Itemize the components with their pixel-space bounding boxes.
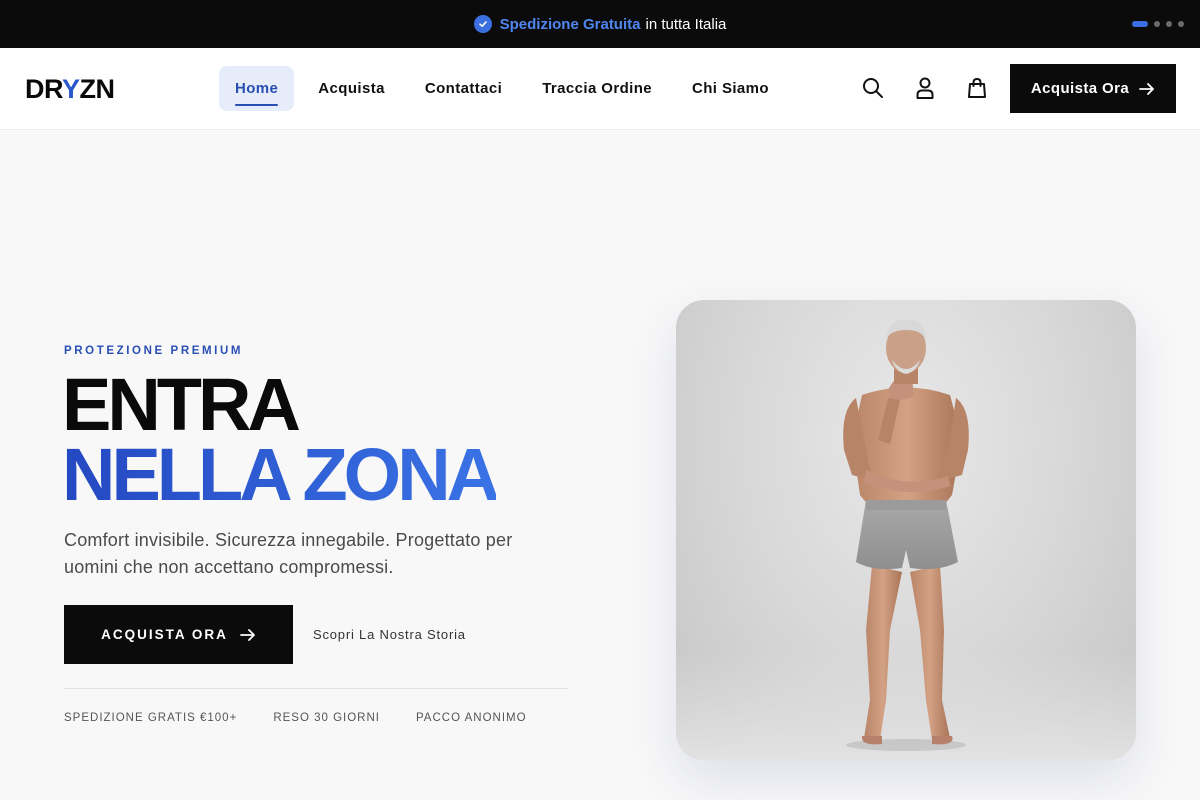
bag-icon[interactable] [966,76,988,100]
hero-cta-label: ACQUISTA ORA [101,627,228,642]
nav-item-home[interactable]: Home [219,66,295,111]
perks-list: SPEDIZIONE GRATIS €100+ RESO 30 GIORNI P… [64,712,527,724]
hero-title-line2: NELLA ZONA [62,433,500,516]
account-icon[interactable] [914,76,936,100]
arrow-right-icon [1139,82,1154,95]
brand-logo[interactable]: DRYZN [25,74,115,105]
pagination-dot[interactable] [1154,21,1160,27]
perk-anonymous-package: PACCO ANONIMO [415,712,527,724]
pagination-dot[interactable] [1178,21,1184,27]
hero-title-line1: ENTRA [62,363,301,446]
arrow-right-icon [239,628,255,641]
nav-item-traccia-ordine[interactable]: Traccia Ordine [526,66,668,111]
divider [64,688,568,689]
nav-item-acquista[interactable]: Acquista [302,66,401,111]
hero-eyebrow: PROTEZIONE PREMIUM [64,345,244,357]
hero-subtitle: Comfort invisibile. Sicurezza innegabile… [64,530,513,577]
our-story-link[interactable]: Scopri La Nostra Storia [313,627,466,642]
header-cta-label: Acquista Ora [1030,80,1130,97]
check-icon [473,15,492,33]
nav-item-contattaci[interactable]: Contattaci [409,66,518,111]
hero-title: ENTRA NELLA ZONA [62,363,500,516]
search-icon[interactable] [862,76,884,100]
hero-product-image [676,300,1136,760]
header-icons [862,76,988,100]
nav-item-chi-siamo[interactable]: Chi Siamo [676,66,785,111]
header-shop-now-button[interactable]: Acquista Ora [1010,64,1176,113]
hero-shop-now-button[interactable]: ACQUISTA ORA [64,605,293,664]
pagination-dot[interactable] [1166,21,1172,27]
announcement-highlight: Spedizione Gratuita [499,15,641,33]
site-header: DRYZN Home Acquista Contattaci Traccia O… [0,48,1200,130]
perk-free-shipping: SPEDIZIONE GRATIS €100+ [64,712,238,724]
announcement-pagination [1132,21,1184,27]
announcement-text: in tutta Italia [645,15,727,33]
announcement-bar: Spedizione Gratuita in tutta Italia [0,0,1200,48]
main-nav: Home Acquista Contattaci Traccia Ordine … [219,66,793,111]
pagination-dot[interactable] [1132,21,1148,27]
perk-returns: RESO 30 GIORNI [273,712,380,724]
